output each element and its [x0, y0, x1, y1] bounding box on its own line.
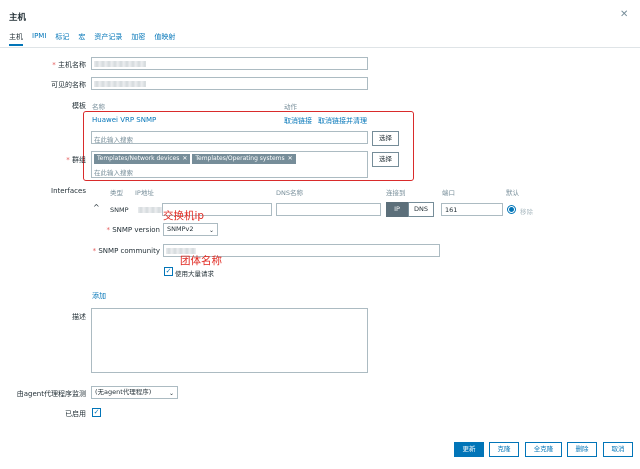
group-chip-label: Templates/Operating systems — [195, 155, 285, 162]
connect-ip-button[interactable]: IP — [386, 202, 408, 217]
add-interface-link[interactable]: 添加 — [92, 291, 106, 301]
delete-button[interactable]: 删除 — [567, 442, 597, 457]
redacted-visible-name — [94, 81, 146, 87]
dialog-title: 主机 — [9, 13, 27, 23]
templates-label: 模板 — [72, 102, 86, 110]
bulk-checkbox[interactable]: ✓ — [164, 267, 173, 276]
remove-chip-icon[interactable]: ✕ — [182, 154, 187, 164]
connect-dns-button[interactable]: DNS — [408, 202, 434, 217]
redacted-iface — [138, 207, 162, 213]
iface-col-default: 默认 — [506, 189, 519, 197]
tab-macros[interactable]: 宏 — [78, 32, 85, 46]
group-chips: Templates/Network devices ✕ Templates/Ope… — [94, 154, 296, 164]
tab-encryption[interactable]: 加密 — [131, 32, 145, 46]
proxy-value: (无agent代理程序) — [95, 388, 152, 396]
group-chip: Templates/Operating systems ✕ — [192, 154, 296, 164]
snmp-version-label: * SNMP version — [106, 226, 160, 234]
proxy-label: 由agent代理程序监测 — [16, 390, 86, 398]
group-chip: Templates/Network devices ✕ — [94, 154, 191, 164]
collapse-chevron-icon[interactable]: ^ — [93, 203, 100, 212]
iface-dns-input[interactable] — [276, 203, 381, 216]
redacted-hostname — [94, 61, 146, 67]
full-clone-button[interactable]: 全克隆 — [525, 442, 562, 457]
snmp-community-label: * SNMP community — [92, 247, 160, 255]
templates-col-action: 动作 — [284, 103, 297, 111]
annotation-community: 团体名称 — [180, 255, 222, 267]
description-textarea[interactable] — [91, 308, 368, 373]
bulk-label: 使用大量请求 — [175, 270, 214, 278]
visible-name-input[interactable] — [91, 77, 368, 90]
iface-col-dns: DNS名称 — [276, 189, 303, 197]
description-label: 描述 — [72, 313, 86, 321]
tab-divider — [0, 47, 640, 48]
chevron-down-icon: ⌄ — [168, 390, 174, 397]
groups-multiselect[interactable]: Templates/Network devices ✕ Templates/Ope… — [91, 151, 368, 178]
iface-type: SNMP — [110, 206, 129, 214]
iface-col-connect: 连接到 — [386, 189, 406, 197]
clone-button[interactable]: 克隆 — [489, 442, 519, 457]
groups-select-button[interactable]: 选择 — [372, 152, 399, 167]
tab-ipmi[interactable]: IPMI — [32, 32, 46, 46]
groups-search-placeholder: 在此输入搜索 — [94, 169, 133, 177]
hostname-input[interactable] — [91, 57, 368, 70]
hostname-label: * 主机名称 — [52, 61, 86, 69]
enabled-checkbox[interactable]: ✓ — [92, 408, 101, 417]
proxy-select[interactable]: (无agent代理程序) ⌄ — [91, 386, 178, 399]
tab-host[interactable]: 主机 — [9, 32, 23, 46]
linked-template[interactable]: Huawei VRP SNMP — [92, 116, 156, 124]
chevron-down-icon: ⌄ — [208, 227, 214, 234]
visible-name-label: 可见的名称 — [51, 81, 86, 89]
tab-bar: 主机 IPMI 标记 宏 资产记录 加密 值映射 — [9, 32, 184, 46]
enabled-label: 已启用 — [65, 410, 86, 418]
unlink-clear-link[interactable]: 取消链接并清理 — [318, 116, 367, 126]
template-select-button[interactable]: 选择 — [372, 131, 399, 146]
annotation-switch-ip: 交换机ip — [163, 210, 205, 222]
tab-tags[interactable]: 标记 — [55, 32, 69, 46]
interfaces-label: Interfaces — [51, 187, 86, 195]
default-radio[interactable] — [507, 205, 516, 214]
iface-col-type: 类型 — [110, 189, 123, 197]
snmp-version-select[interactable]: SNMPv2 ⌄ — [163, 223, 218, 236]
templates-col-name: 名称 — [92, 103, 105, 111]
iface-col-port: 端口 — [442, 189, 455, 197]
tab-value-mapping[interactable]: 值映射 — [154, 32, 175, 46]
template-search-input[interactable]: 在此输入搜索 — [91, 131, 368, 144]
cancel-button[interactable]: 取消 — [603, 442, 633, 457]
remove-chip-icon[interactable]: ✕ — [288, 154, 293, 164]
port-input[interactable]: 161 — [441, 203, 503, 216]
groups-label: * 群组 — [66, 156, 86, 164]
iface-col-ip: IP地址 — [135, 189, 154, 197]
close-icon[interactable]: ✕ — [620, 9, 628, 20]
remove-link[interactable]: 移除 — [520, 206, 533, 216]
update-button[interactable]: 更新 — [454, 442, 484, 457]
group-chip-label: Templates/Network devices — [97, 155, 180, 162]
tab-inventory[interactable]: 资产记录 — [94, 32, 122, 46]
unlink-link[interactable]: 取消链接 — [284, 116, 312, 126]
snmp-version-value: SNMPv2 — [167, 225, 194, 233]
port-value: 161 — [445, 206, 458, 214]
template-search-placeholder: 在此输入搜索 — [94, 136, 133, 144]
